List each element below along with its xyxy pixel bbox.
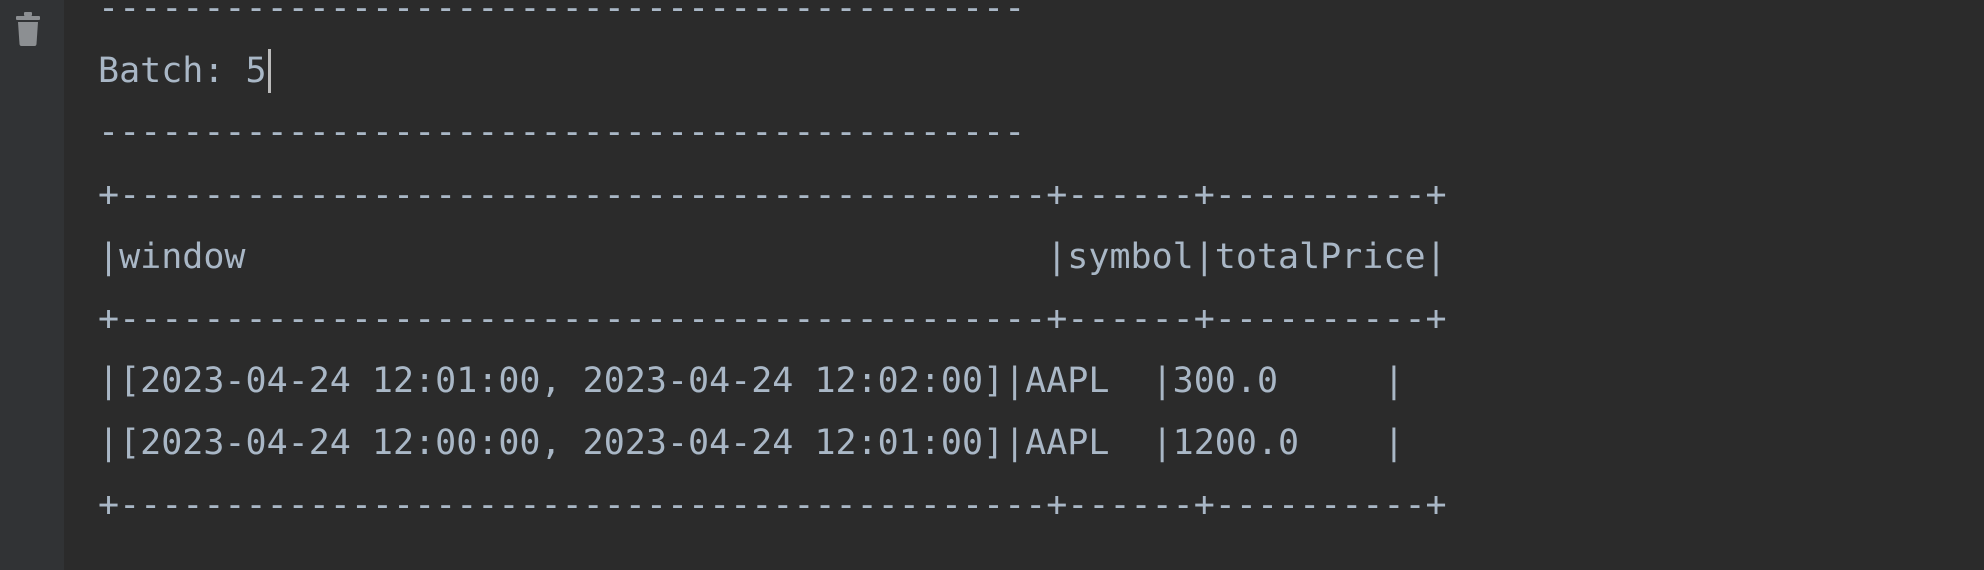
table-row: |[2023-04-24 12:01:00, 2023-04-24 12:02:… <box>98 361 1405 401</box>
table-row: |[2023-04-24 12:00:00, 2023-04-24 12:01:… <box>98 423 1405 463</box>
table-header: |window |symbol|totalPrice| <box>98 237 1447 277</box>
separator-line: ----------------------------------------… <box>98 0 1026 28</box>
table-border: +---------------------------------------… <box>98 299 1447 339</box>
clear-console-button[interactable] <box>10 12 46 52</box>
run-console: ----------------------------------------… <box>0 0 1984 570</box>
trash-icon <box>15 12 41 46</box>
console-toolbar <box>0 0 64 570</box>
table-border: +---------------------------------------… <box>98 175 1447 215</box>
text-caret <box>267 49 271 93</box>
batch-line: Batch: 5 <box>98 49 271 93</box>
separator-line: ----------------------------------------… <box>98 112 1026 152</box>
table-border: +---------------------------------------… <box>98 485 1447 525</box>
batch-label: Batch: 5 <box>98 51 267 91</box>
console-output[interactable]: ----------------------------------------… <box>64 0 1984 570</box>
